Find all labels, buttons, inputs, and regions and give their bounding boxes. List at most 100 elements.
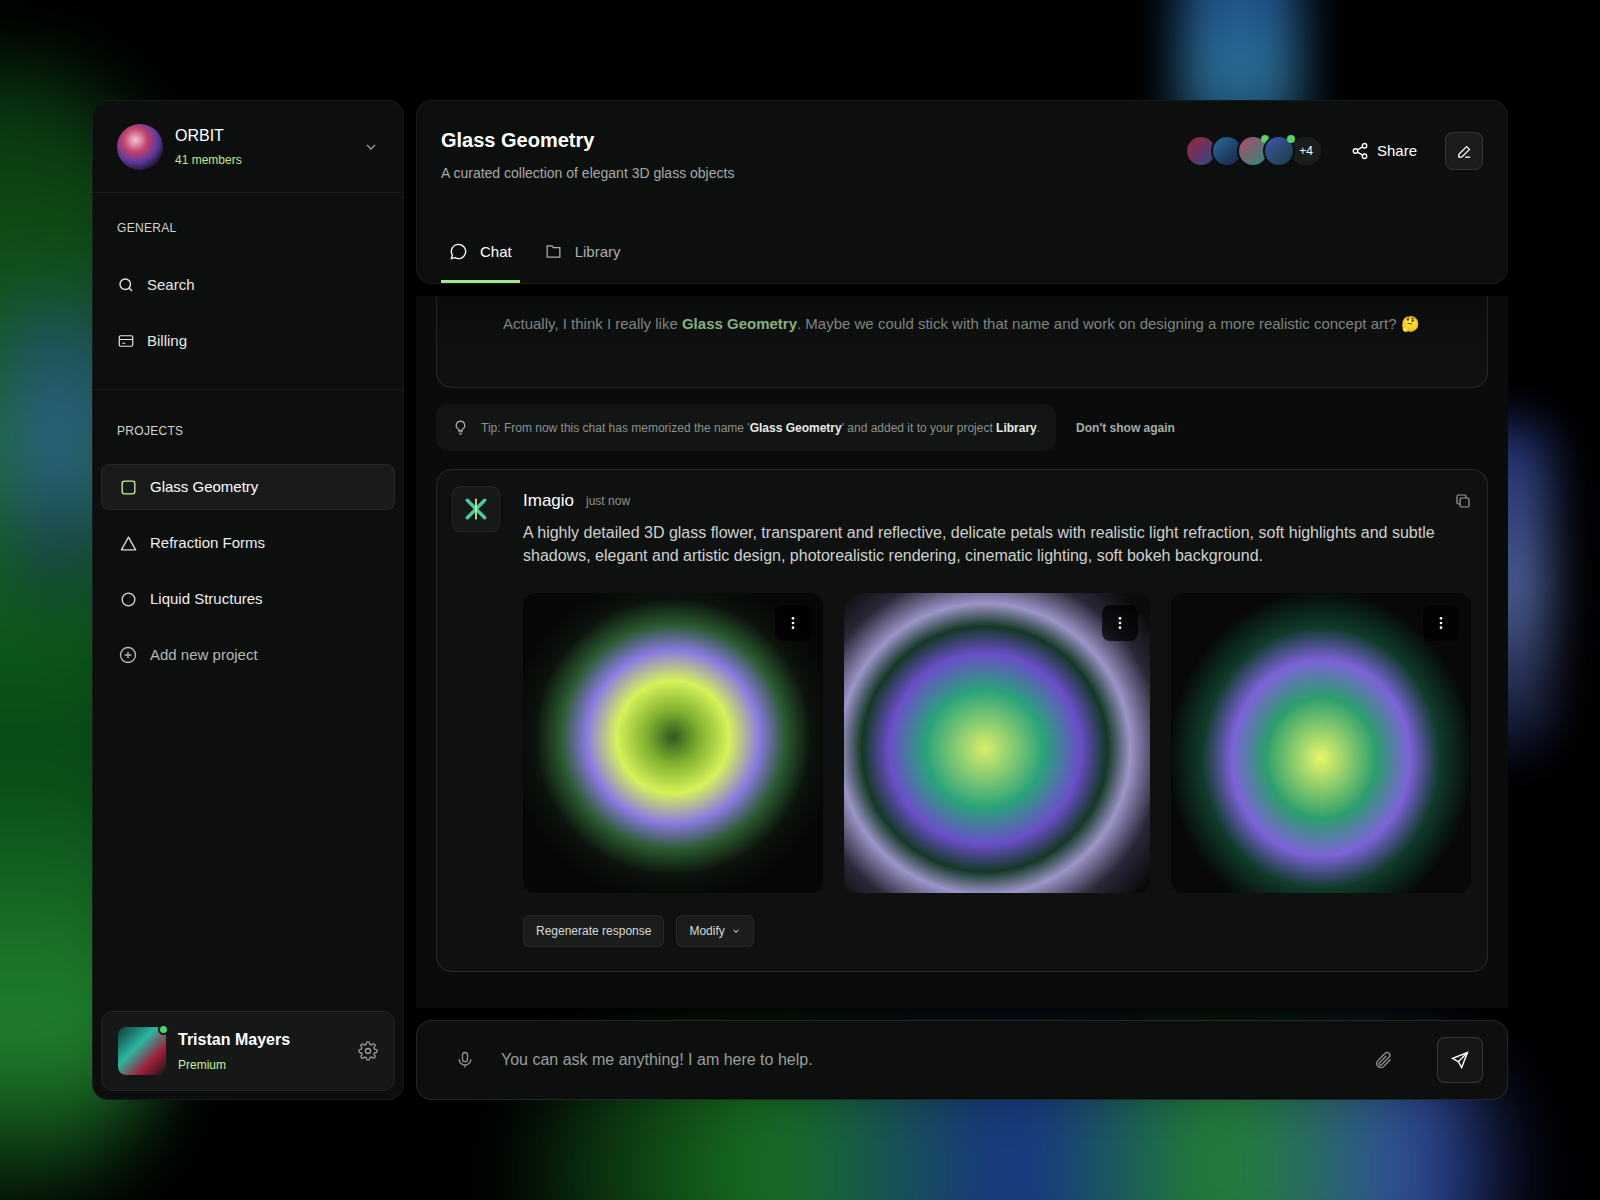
- image-grid: [523, 593, 1472, 893]
- message-input[interactable]: [501, 1048, 1353, 1072]
- previous-message-text: Actually, I think I really like Glass Ge…: [503, 312, 1421, 336]
- share-button[interactable]: Share: [1351, 140, 1417, 163]
- dismiss-tip-button[interactable]: Don't show again: [1076, 419, 1175, 437]
- regenerate-button[interactable]: Regenerate response: [523, 915, 664, 947]
- project-title: Glass Geometry: [441, 127, 734, 153]
- project-item[interactable]: Glass Geometry: [101, 464, 395, 510]
- gear-icon[interactable]: [358, 1041, 378, 1061]
- plus-circle-icon: [118, 645, 138, 665]
- header-top: Glass Geometry A curated collection of e…: [441, 127, 1483, 184]
- header-actions: +4 Share: [1185, 132, 1483, 170]
- send-icon: [1450, 1050, 1470, 1070]
- project-label: Refraction Forms: [150, 532, 265, 555]
- header-titles: Glass Geometry A curated collection of e…: [441, 127, 734, 184]
- user-card[interactable]: Tristan Mayers Premium: [101, 1011, 395, 1091]
- sidebar-item-label: Search: [147, 274, 195, 297]
- triangle-icon: [119, 534, 138, 553]
- project-item[interactable]: Liquid Structures: [101, 576, 395, 622]
- paperclip-icon[interactable]: [1373, 1050, 1393, 1070]
- bot-avatar: [452, 486, 500, 532]
- project-icon-wrap: [119, 478, 138, 497]
- app-root: ORBIT 41 members GENERAL Search Billing P…: [0, 0, 1600, 1200]
- image-menu-button[interactable]: [1423, 605, 1459, 641]
- message-segment: . Maybe we could stick with that name an…: [797, 315, 1420, 332]
- author-name: Imagio: [523, 488, 574, 514]
- tip-segment: Glass Geometry: [750, 421, 842, 435]
- workspace-info: ORBIT 41 members: [175, 124, 242, 169]
- more-vertical-icon: [1433, 615, 1449, 631]
- sidebar-item[interactable]: Search: [93, 264, 403, 306]
- tip-box: Tip: From now this chat has memorized th…: [436, 404, 1056, 451]
- tab-bar: Chat Library: [441, 241, 1483, 284]
- add-project-button[interactable]: Add new project: [101, 632, 395, 678]
- project-icon-wrap: [119, 534, 138, 553]
- generated-image[interactable]: [844, 593, 1150, 893]
- chevron-down-icon: [363, 139, 379, 155]
- sidebar: ORBIT 41 members GENERAL Search Billing P…: [92, 100, 404, 1100]
- project-icon-wrap: [119, 590, 138, 609]
- response-meta: Imagio just now: [523, 486, 1472, 516]
- message-segment: Glass Geometry: [682, 315, 797, 332]
- tab-label: Chat: [480, 241, 512, 264]
- tab[interactable]: Library: [536, 241, 629, 284]
- previous-message: Actually, I think I really like Glass Ge…: [436, 296, 1488, 388]
- sidebar-item[interactable]: Billing: [93, 320, 403, 362]
- user-info: Tristan Mayers Premium: [178, 1028, 290, 1074]
- message-segment: Actually, I think I really like: [503, 315, 682, 332]
- microphone-icon[interactable]: [455, 1050, 475, 1070]
- workspace-logo-icon: [117, 124, 163, 170]
- tip-row: Tip: From now this chat has memorized th…: [436, 404, 1488, 451]
- send-button[interactable]: [1437, 1037, 1483, 1083]
- project-header: Glass Geometry A curated collection of e…: [416, 100, 1508, 284]
- project-label: Liquid Structures: [150, 588, 263, 611]
- more-vertical-icon: [785, 615, 801, 631]
- generated-image[interactable]: [1171, 593, 1471, 893]
- folder-icon: [544, 242, 563, 261]
- generated-image[interactable]: [523, 593, 823, 893]
- member-avatars[interactable]: +4: [1185, 135, 1323, 167]
- timestamp: just now: [586, 492, 630, 510]
- member-avatar[interactable]: [1263, 135, 1295, 167]
- modify-dropdown[interactable]: Modify: [676, 915, 753, 947]
- composer: [416, 1020, 1508, 1100]
- share-icon: [1351, 142, 1369, 160]
- image-menu-button[interactable]: [775, 605, 811, 641]
- project-subtitle: A curated collection of elegant 3D glass…: [441, 163, 734, 184]
- tab-label: Library: [575, 241, 621, 264]
- online-dot: [158, 1024, 169, 1035]
- lightbulb-icon: [452, 419, 469, 436]
- image-menu-button[interactable]: [1102, 605, 1138, 641]
- response-text: A highly detailed 3D glass flower, trans…: [523, 521, 1472, 567]
- project-list: Glass Geometry Refraction Forms Liquid Str…: [93, 464, 403, 622]
- user-plan: Premium: [178, 1056, 290, 1074]
- user-avatar-image: [118, 1027, 166, 1075]
- square-icon: [119, 478, 138, 497]
- project-item[interactable]: Refraction Forms: [101, 520, 395, 566]
- tip-segment: Library: [996, 421, 1037, 435]
- circle-icon: [119, 590, 138, 609]
- response-body: Imagio just now A highly detailed 3D gla…: [523, 486, 1472, 947]
- tip-text: Tip: From now this chat has memorized th…: [481, 419, 1040, 437]
- projects-section: PROJECTS: [93, 390, 403, 438]
- main-panel: Glass Geometry A curated collection of e…: [416, 100, 1508, 1100]
- response-actions: Regenerate response Modify: [523, 915, 1472, 947]
- edit-button[interactable]: [1445, 132, 1483, 170]
- workspace-switcher[interactable]: ORBIT 41 members: [93, 101, 403, 193]
- share-label: Share: [1377, 140, 1417, 163]
- action-label: Regenerate response: [536, 922, 651, 940]
- online-dot: [1287, 135, 1295, 143]
- project-label: Glass Geometry: [150, 476, 258, 499]
- credit-card-icon: [117, 332, 135, 350]
- section-label: PROJECTS: [117, 424, 379, 438]
- workspace-name: ORBIT: [175, 124, 242, 148]
- chevron-down-icon: [731, 926, 741, 936]
- add-project-label: Add new project: [150, 644, 258, 667]
- tab[interactable]: Chat: [441, 241, 520, 284]
- action-label: Modify: [689, 922, 724, 940]
- copy-icon[interactable]: [1454, 492, 1472, 510]
- tip-segment: ' and added it to your project: [842, 421, 996, 435]
- section-label: GENERAL: [117, 221, 379, 235]
- general-section: GENERAL: [93, 193, 403, 235]
- chat-area: Actually, I think I really like Glass Ge…: [416, 296, 1508, 1008]
- sidebar-item-label: Billing: [147, 330, 187, 353]
